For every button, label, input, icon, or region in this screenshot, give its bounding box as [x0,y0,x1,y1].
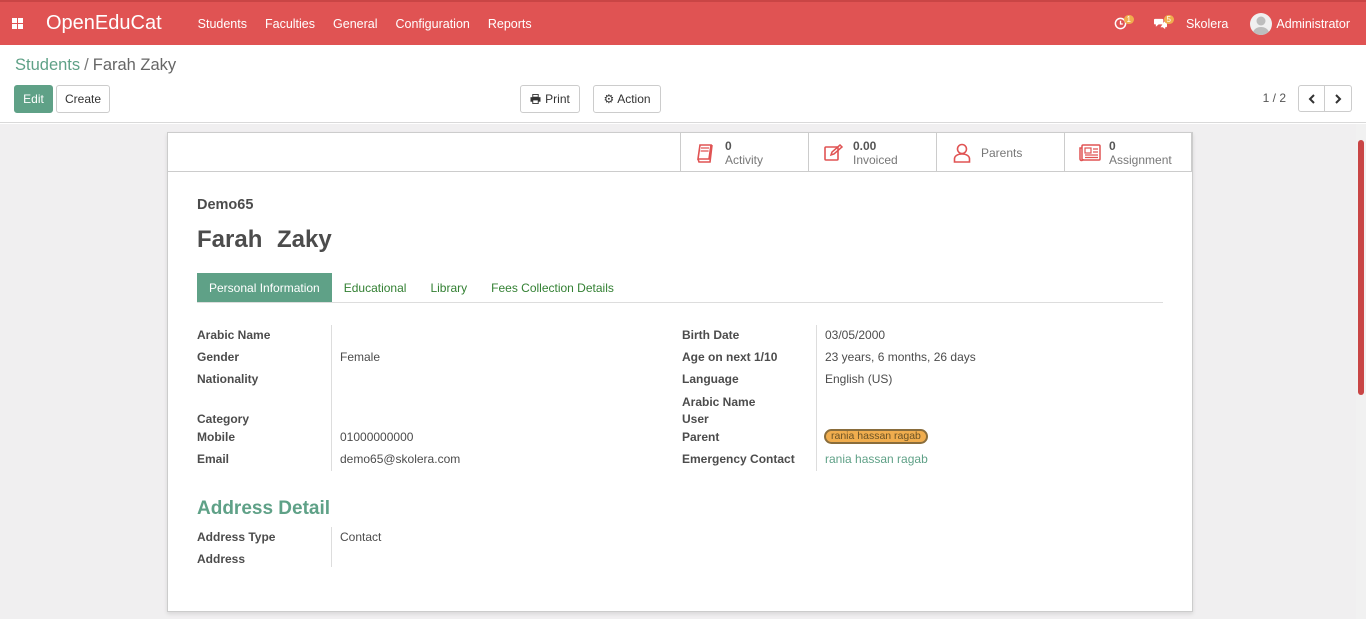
tab-library[interactable]: Library [418,273,479,302]
category-label: Category [197,412,250,426]
activity-count: 0 [725,138,732,153]
breadcrumb-current: Farah Zaky [92,56,177,74]
control-panel: Students / Farah Zaky Edit Create Print ⚙ … [0,45,1366,123]
chevron-right-icon [1335,93,1342,104]
activity-clock-icon[interactable]: 1 [1106,14,1136,34]
apps-menu-icon[interactable] [2,2,32,45]
tab-educational[interactable]: Educational [332,273,419,302]
user-icon [951,142,973,164]
age-value: 23 years, 6 months, 26 days [825,350,976,364]
parents-label: Parents [981,145,1023,160]
birth-date-value: 03/05/2000 [825,328,886,342]
user-name: Administrator [1276,16,1350,31]
create-button[interactable]: Create [56,85,110,113]
menu-reports[interactable]: Reports [488,17,532,31]
mobile-label: Mobile [197,430,235,444]
form-sheet: 0 Activity 0.00 Invoiced Parents 0 Assignme… [167,132,1193,612]
gender-value: Female [340,350,381,364]
page-scrollbar[interactable] [1356,124,1366,619]
nationality-label: Nationality [197,372,259,386]
messages-badge: 5 [1163,14,1174,24]
assignment-label: Assignment [1109,152,1172,167]
student-name-title: Farah Zaky [197,226,332,253]
activity-smart-button[interactable]: 0 Activity [680,133,808,172]
breadcrumb-students[interactable]: Students [15,56,80,74]
smart-button-box: 0 Activity 0.00 Invoiced Parents 0 Assignme… [168,133,1192,172]
left-column-divider [331,325,332,471]
form-tabs: Personal Information Educational Library… [197,273,1163,303]
parent-tag[interactable]: rania hassan ragab [824,429,928,444]
chevron-left-icon [1308,93,1315,104]
emergency-contact-label: Emergency Contact [682,452,795,466]
age-label: Age on next 1/10 [682,350,778,364]
user-menu[interactable]: Administrator [1250,12,1350,35]
activity-label: Activity [725,152,764,167]
action-button[interactable]: ⚙ Action [593,85,661,113]
user-label: User [682,412,709,426]
print-icon [530,94,541,104]
arabic-name-label: Arabic Name [197,328,271,342]
edit-icon [823,142,845,164]
emergency-contact-link[interactable]: rania hassan ragab [825,452,928,466]
address-type-label: Address Type [197,530,276,544]
print-button[interactable]: Print [520,85,580,113]
birth-date-label: Birth Date [682,328,740,342]
gender-label: Gender [197,350,240,364]
tab-fees-collection-details[interactable]: Fees Collection Details [479,273,626,302]
edit-button[interactable]: Edit [14,85,53,113]
top-navbar: OpenEduCat Students Faculties General Co… [0,0,1366,45]
pager-value[interactable]: 1 / 2 [1263,91,1286,105]
language-label: Language [682,372,739,386]
parents-smart-button[interactable]: Parents [936,133,1064,172]
address-label: Address [197,552,246,566]
parent-label: Parent [682,430,720,444]
invoiced-label: Invoiced [853,152,898,167]
breadcrumb: Students / Farah Zaky [15,56,176,75]
company-switcher[interactable]: Skolera [1186,17,1228,31]
right-column-divider [816,325,817,471]
assignment-count: 0 [1109,138,1116,153]
menu-configuration[interactable]: Configuration [396,17,470,31]
address-section-title: Address Detail [197,498,331,519]
menu-faculties[interactable]: Faculties [265,17,315,31]
menu-students[interactable]: Students [198,17,247,31]
action-label: Action [617,92,651,106]
brand-name[interactable]: OpenEduCat [46,12,162,35]
mobile-value: 01000000000 [340,430,414,444]
assignment-smart-button[interactable]: 0 Assignment [1064,133,1192,172]
pager-next-button[interactable] [1325,85,1352,112]
pager-buttons [1298,85,1352,112]
scrollbar-thumb[interactable] [1358,140,1364,395]
book-icon [695,142,717,164]
student-reference: Demo65 [197,197,254,213]
newspaper-icon [1079,142,1101,164]
right-arabic-name-label: Arabic Name [682,395,756,409]
breadcrumb-separator: / [84,56,89,74]
messages-icon[interactable]: 5 [1146,14,1176,34]
language-value: English (US) [825,372,893,386]
email-value: demo65@skolera.com [340,452,461,466]
menu-general[interactable]: General [333,17,377,31]
address-divider [331,527,332,567]
print-label: Print [545,92,570,106]
address-type-value: Contact [340,530,382,544]
tab-personal-information[interactable]: Personal Information [197,273,332,302]
main-menu: Students Faculties General Configuration… [198,17,550,31]
activity-badge: 1 [1123,14,1134,24]
form-content-area: 0 Activity 0.00 Invoiced Parents 0 Assignme… [0,124,1356,619]
pager-previous-button[interactable] [1298,85,1325,112]
invoiced-smart-button[interactable]: 0.00 Invoiced [808,133,936,172]
invoiced-amount: 0.00 [853,138,877,153]
gear-icon: ⚙ [603,92,615,106]
avatar [1250,12,1273,35]
email-label: Email [197,452,230,466]
